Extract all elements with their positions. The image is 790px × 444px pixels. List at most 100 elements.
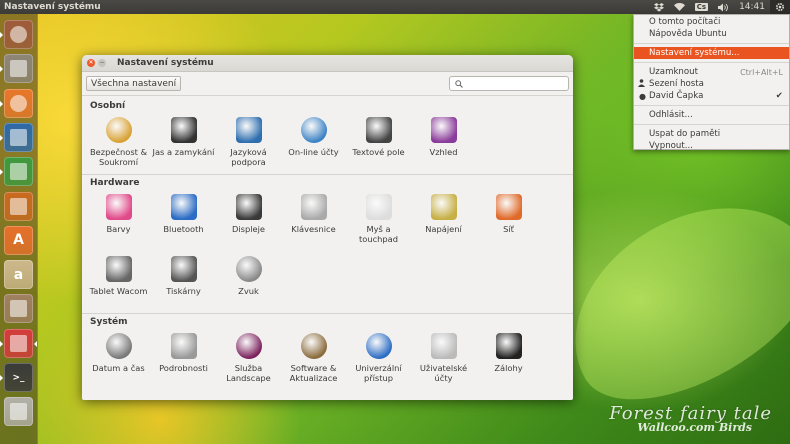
window-minimize-button[interactable]: − xyxy=(98,59,106,67)
keyboard-layout-badge: Cs xyxy=(694,3,709,11)
launcher-software-center[interactable]: A xyxy=(4,225,33,255)
search-icon xyxy=(455,79,463,88)
settings-item-network[interactable]: Síť xyxy=(476,189,541,251)
launcher-dosbox[interactable] xyxy=(4,294,33,324)
menu-item-suspend[interactable]: Uspat do paměti xyxy=(634,128,789,140)
menu-item-help-label: Nápověda Ubuntu xyxy=(649,29,727,39)
settings-item-universal-access[interactable]: Univerzální přístup xyxy=(346,328,411,390)
launcher-running-indicator xyxy=(0,375,3,381)
search-box[interactable] xyxy=(449,76,569,91)
printers-icon xyxy=(170,256,197,282)
launcher-dash-home[interactable] xyxy=(4,20,33,49)
settings-item-label: Jas a zamykání xyxy=(152,147,215,157)
settings-item-printers[interactable]: Tiskárny xyxy=(151,251,216,313)
settings-item-wacom-tablet[interactable]: Tablet Wacom xyxy=(86,251,151,313)
watermark-site-name: Wallcoo xyxy=(637,421,686,434)
security-privacy-icon xyxy=(105,117,132,143)
menu-item-suspend-label: Uspat do paměti xyxy=(649,129,721,139)
settings-item-mouse-touchpad[interactable]: Myš a touchpad xyxy=(346,189,411,251)
settings-item-displays[interactable]: Displeje xyxy=(216,189,281,251)
settings-item-keyboard[interactable]: Klávesnice xyxy=(281,189,346,251)
sound-indicator[interactable] xyxy=(713,0,734,14)
settings-item-brightness-lock[interactable]: Jas a zamykání xyxy=(151,112,216,174)
details-icon xyxy=(170,333,197,359)
launcher-drive[interactable] xyxy=(4,397,33,427)
settings-item-sound[interactable]: Zvuk xyxy=(216,251,281,313)
menu-item-shutdown-label: Vypnout... xyxy=(649,141,693,151)
section-title: Osobní xyxy=(90,101,126,111)
all-settings-button[interactable]: Všechna nastavení xyxy=(86,76,182,91)
clock[interactable]: 14:41 xyxy=(734,0,770,14)
top-panel: Nastavení systému Cs 14:41 xyxy=(0,0,790,14)
settings-item-backups[interactable]: Zálohy xyxy=(476,328,541,390)
menu-item-guest-session[interactable]: Sezení hosta xyxy=(634,78,789,90)
appearance-icon xyxy=(430,117,457,143)
settings-item-label: Bezpečnost & Soukromí xyxy=(89,147,148,167)
settings-item-label: On-line účty xyxy=(288,147,339,157)
window-titlebar[interactable]: ✕ − Nastavení systému xyxy=(82,55,573,72)
settings-item-landscape-service[interactable]: Služba Landscape xyxy=(216,328,281,390)
settings-item-appearance[interactable]: Vzhled xyxy=(411,112,476,174)
launcher-impress[interactable] xyxy=(4,191,33,221)
search-input[interactable] xyxy=(466,79,566,88)
displays-icon xyxy=(235,194,262,220)
menu-item-lock[interactable]: Uzamknout Ctrl+Alt+L xyxy=(634,66,789,78)
settings-item-security-privacy[interactable]: Bezpečnost & Soukromí xyxy=(86,112,151,174)
network-indicator[interactable] xyxy=(669,0,690,14)
menu-item-shutdown[interactable]: Vypnout... xyxy=(634,140,789,152)
system-settings-window: ✕ − Nastavení systému Všechna nastavení … xyxy=(82,55,573,400)
settings-item-software-updates[interactable]: Software & Aktualizace xyxy=(281,328,346,390)
launcher: Aa >_ xyxy=(0,14,38,444)
settings-item-label: Displeje xyxy=(231,224,266,234)
settings-item-power[interactable]: Napájení xyxy=(411,189,476,251)
menu-item-system-settings[interactable]: Nastavení systému... xyxy=(634,47,789,59)
window-close-button[interactable]: ✕ xyxy=(87,59,95,67)
firefox-icon xyxy=(10,94,27,112)
section-title: Systém xyxy=(90,317,128,327)
settings-item-details[interactable]: Podrobnosti xyxy=(151,328,216,390)
settings-grid: Barvy Bluetooth Displeje Klávesnice Myš a to… xyxy=(82,189,573,313)
launcher-system-settings[interactable] xyxy=(4,328,33,358)
settings-item-text-entry[interactable]: Textové pole xyxy=(346,112,411,174)
settings-item-user-accounts[interactable]: Uživatelské účty xyxy=(411,328,476,390)
session-indicator[interactable] xyxy=(770,0,790,14)
menu-item-user[interactable]: ● David Čapka ✔ xyxy=(634,90,789,102)
menu-item-logout-label: Odhlásit... xyxy=(649,110,693,120)
settings-item-date-time[interactable]: Datum a čas xyxy=(86,328,151,390)
software-center-icon: A xyxy=(13,232,24,249)
dropbox-icon xyxy=(653,2,664,12)
settings-item-bluetooth[interactable]: Bluetooth xyxy=(151,189,216,251)
launcher-files[interactable] xyxy=(4,54,33,84)
launcher-writer[interactable] xyxy=(4,122,33,152)
menu-item-logout[interactable]: Odhlásit... xyxy=(634,109,789,121)
launcher-terminal[interactable]: >_ xyxy=(4,363,33,392)
settings-grid: Datum a čas Podrobnosti Služba Landscape So… xyxy=(82,328,573,390)
settings-item-label: Síť xyxy=(503,224,514,234)
keyboard-layout-indicator[interactable]: Cs xyxy=(690,0,713,14)
settings-item-label: Podrobnosti xyxy=(159,363,208,373)
settings-item-online-accounts[interactable]: On-line účty xyxy=(281,112,346,174)
active-user-dot-icon: ● xyxy=(639,91,646,101)
launcher-calc[interactable] xyxy=(4,157,33,187)
ubuntu-icon xyxy=(10,26,27,43)
color-icon xyxy=(105,194,132,220)
menu-separator xyxy=(634,62,789,63)
settings-item-color[interactable]: Barvy xyxy=(86,189,151,251)
menu-separator xyxy=(634,105,789,106)
settings-item-label: Jazyková podpora xyxy=(230,147,267,167)
launcher-amazon[interactable]: a xyxy=(4,260,33,290)
menu-item-help[interactable]: Nápověda Ubuntu xyxy=(634,28,789,40)
dropbox-indicator[interactable] xyxy=(649,0,669,14)
menu-separator xyxy=(634,124,789,125)
launcher-focused-indicator xyxy=(34,340,37,347)
dosbox-icon xyxy=(10,300,27,318)
section-title: Hardware xyxy=(90,178,140,188)
menu-item-about[interactable]: O tomto počítači xyxy=(634,16,789,28)
session-menu: O tomto počítači Nápověda Ubuntu Nastave… xyxy=(633,14,790,152)
launcher-firefox[interactable] xyxy=(4,88,33,118)
launcher-running-indicator xyxy=(0,66,3,73)
settings-grid: Bezpečnost & Soukromí Jas a zamykání Jazyk… xyxy=(82,112,573,174)
launcher-running-indicator xyxy=(0,134,3,141)
settings-item-language-support[interactable]: Jazyková podpora xyxy=(216,112,281,174)
check-icon: ✔ xyxy=(775,91,783,101)
